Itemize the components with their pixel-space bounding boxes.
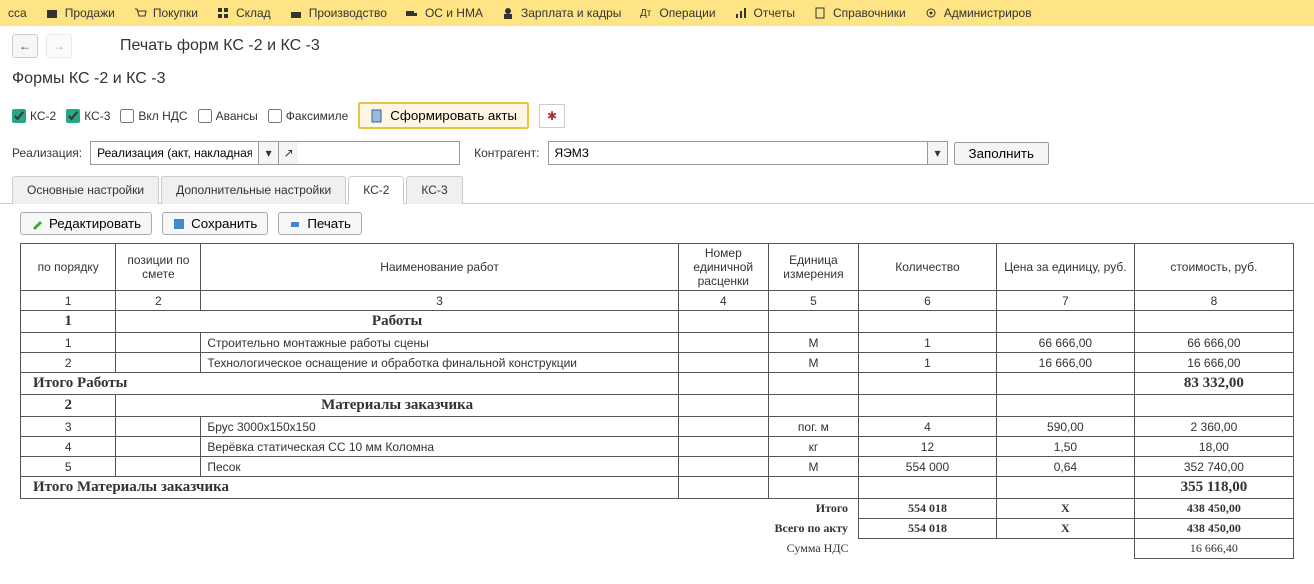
toolbar-checks: КС-2 КС-3 Вкл НДС Авансы Факсимиле Сформ… — [0, 96, 1314, 135]
factory-icon — [289, 6, 303, 20]
section-works-total: Итого Работы83 332,00 — [21, 373, 1294, 395]
menu-reports[interactable]: Отчеты — [734, 6, 795, 20]
breadcrumb: ← → Печать форм КС -2 и КС -3 — [0, 26, 1314, 66]
document-icon — [370, 109, 384, 123]
table-row: 1Строительно монтажные работы сценыМ166 … — [21, 333, 1294, 353]
pencil-icon — [31, 218, 43, 230]
gear-icon — [924, 6, 938, 20]
check-ks2[interactable]: КС-2 — [12, 109, 56, 123]
fill-button[interactable]: Заполнить — [954, 142, 1049, 165]
counterparty-dropdown[interactable]: ▾ — [927, 142, 946, 164]
footer-act: Всего по акту554 018X438 450,00 — [21, 519, 1294, 539]
save-button[interactable]: Сохранить — [162, 212, 268, 235]
table-header: по порядкупозиции по сметеНаименование р… — [21, 244, 1294, 291]
check-fax[interactable]: Факсимиле — [268, 109, 349, 123]
tabs: Основные настройки Дополнительные настро… — [0, 175, 1314, 204]
person-icon — [501, 6, 515, 20]
menu-salary[interactable]: Зарплата и кадры — [501, 6, 621, 20]
form-acts-button[interactable]: Сформировать акты — [358, 102, 529, 129]
menu-assets[interactable]: ОС и НМА — [405, 6, 483, 20]
section-materials-total: Итого Материалы заказчика355 118,00 — [21, 477, 1294, 499]
ks2-table: по порядкупозиции по сметеНаименование р… — [20, 243, 1294, 559]
settings-button[interactable]: ✱ — [539, 104, 565, 128]
check-vat[interactable]: Вкл НДС — [120, 109, 187, 123]
settings-icon: ✱ — [547, 109, 557, 123]
toolbar-actions: Редактировать Сохранить Печать — [0, 204, 1314, 243]
menu-warehouse[interactable]: Склад — [216, 6, 271, 20]
realization-label: Реализация: — [12, 146, 82, 160]
forward-button[interactable]: → — [46, 34, 72, 58]
section-materials: 2Материалы заказчика — [21, 395, 1294, 417]
check-advance[interactable]: Авансы — [198, 109, 258, 123]
truck-icon — [405, 6, 419, 20]
tab-ks2[interactable]: КС-2 — [348, 176, 404, 204]
disk-icon — [173, 218, 185, 230]
tab-main[interactable]: Основные настройки — [12, 176, 159, 204]
menu-refs[interactable]: Справочники — [813, 6, 906, 20]
counterparty-combo[interactable]: ▾ — [548, 141, 948, 165]
book-icon — [813, 6, 827, 20]
svg-text:Дт: Дт — [640, 8, 652, 19]
check-ks3[interactable]: КС-3 — [66, 109, 110, 123]
chart-icon — [734, 6, 748, 20]
table-colnums: 12345678 — [21, 291, 1294, 311]
table-row: 3Брус 3000х150х150пог. м4590,002 360,00 — [21, 417, 1294, 437]
cart-icon — [133, 6, 147, 20]
section-works: 1Работы — [21, 311, 1294, 333]
realization-input[interactable] — [91, 142, 258, 164]
edit-button[interactable]: Редактировать — [20, 212, 152, 235]
page-title: Печать форм КС -2 и КС -3 — [120, 37, 320, 55]
toolbar-fields: Реализация: ▾ ↗ Контрагент: ▾ Заполнить — [0, 135, 1314, 171]
menu-purchases[interactable]: Покупки — [133, 6, 198, 20]
realization-open[interactable]: ↗ — [278, 142, 298, 164]
menu-operations[interactable]: ДтОперации — [639, 6, 715, 20]
table-row: 4Верёвка статическая СС 10 мм Коломнакг1… — [21, 437, 1294, 457]
grid-icon — [216, 6, 230, 20]
menu-cash[interactable]: сса — [8, 6, 27, 20]
sales-icon — [45, 6, 59, 20]
operations-icon: Дт — [639, 6, 653, 20]
realization-dropdown[interactable]: ▾ — [258, 142, 278, 164]
counterparty-label: Контрагент: — [474, 146, 539, 160]
menu-admin[interactable]: Администриров — [924, 6, 1032, 20]
back-button[interactable]: ← — [12, 34, 38, 58]
table-row: 2Технологическое оснащение и обработка ф… — [21, 353, 1294, 373]
table-row: 5ПесокМ554 0000,64352 740,00 — [21, 457, 1294, 477]
top-menu: сса Продажи Покупки Склад Производство О… — [0, 0, 1314, 26]
footer-total: Итого554 018X438 450,00 — [21, 499, 1294, 519]
print-button[interactable]: Печать — [278, 212, 362, 235]
tab-extra[interactable]: Дополнительные настройки — [161, 176, 346, 204]
ks2-table-wrap: по порядкупозиции по сметеНаименование р… — [0, 243, 1314, 559]
menu-production[interactable]: Производство — [289, 6, 387, 20]
page-subtitle: Формы КС -2 и КС -3 — [0, 66, 1314, 96]
realization-combo[interactable]: ▾ ↗ — [90, 141, 460, 165]
counterparty-input[interactable] — [549, 142, 928, 164]
menu-sales[interactable]: Продажи — [45, 6, 115, 20]
tab-ks3[interactable]: КС-3 — [406, 176, 462, 204]
printer-icon — [289, 218, 301, 230]
footer-vat: Сумма НДС16 666,40 — [21, 539, 1294, 559]
